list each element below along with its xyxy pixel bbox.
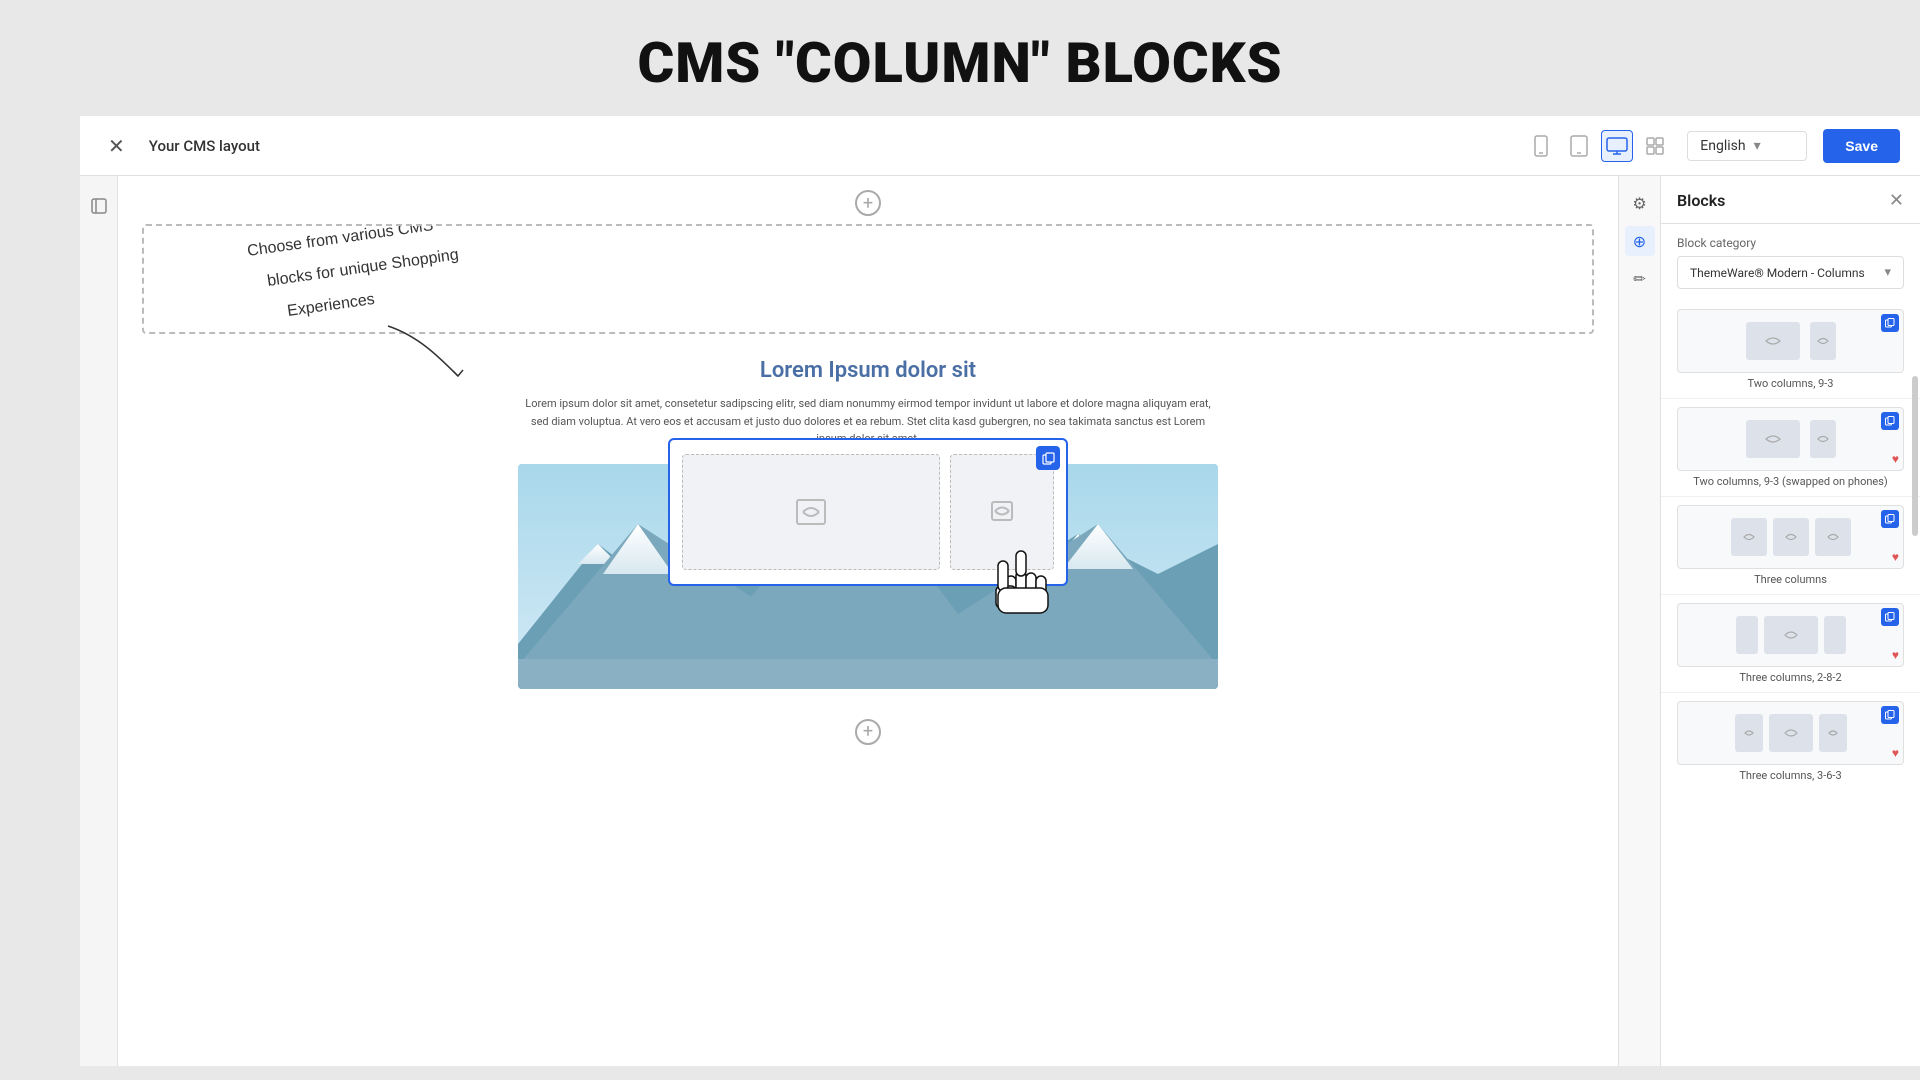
add-block-bottom[interactable]: + — [118, 705, 1618, 759]
block-item-name-1: Two columns, 9-3 — [1677, 377, 1904, 394]
block-item-2: ♥ Two columns, 9-3 (swapped on phones) — [1661, 399, 1920, 497]
save-button[interactable]: Save — [1823, 129, 1900, 163]
block-item-4: ♥ Three columns, 2-8-2 — [1661, 595, 1920, 693]
block-item-1: Two columns, 9-3 — [1661, 301, 1920, 399]
cms-editor: ✕ Your CMS layout English ▾ Save — [80, 116, 1920, 1066]
top-bar: ✕ Your CMS layout English ▾ Save — [80, 116, 1920, 176]
block-item-preview-3[interactable]: ♥ — [1677, 505, 1904, 569]
block-copy-badge-3 — [1881, 510, 1899, 528]
block-item-preview-5[interactable]: ♥ — [1677, 701, 1904, 765]
grid-icon[interactable] — [1639, 130, 1671, 162]
blocks-panel: Blocks ✕ Block category ThemeWare® Moder… — [1660, 176, 1920, 1066]
panel-scrollbar[interactable] — [1912, 376, 1918, 536]
canvas-area: Choose from various CMS blocks for uniqu… — [80, 176, 1920, 1066]
col-sm2-5 — [1819, 714, 1847, 752]
block-category-select[interactable]: ThemeWare® Modern - Columns ▾ — [1677, 256, 1904, 289]
heart-icon-4: ♥ — [1892, 648, 1899, 662]
cms-layout-title: Your CMS layout — [149, 137, 1510, 155]
col-lg-4 — [1764, 616, 1818, 654]
content-canvas: Choose from various CMS blocks for uniqu… — [118, 176, 1618, 1066]
heart-icon-3: ♥ — [1892, 550, 1899, 564]
section-title: Lorem Ipsum dolor sit — [142, 358, 1594, 383]
col-md-5 — [1769, 714, 1813, 752]
col-small-2 — [1810, 420, 1836, 458]
block-item-name-5: Three columns, 3-6-3 — [1677, 769, 1904, 786]
col-large-1 — [1746, 322, 1800, 360]
page-title: CMS "COLUMN" BLOCKS — [0, 30, 1920, 96]
language-select[interactable]: English ▾ — [1687, 131, 1807, 161]
block-item-3: ♥ Three columns — [1661, 497, 1920, 595]
blocks-panel-header: Blocks ✕ — [1661, 176, 1920, 224]
chevron-down-icon: ▾ — [1754, 138, 1761, 154]
block-option-left[interactable] — [682, 454, 940, 570]
block-copy-badge-2 — [1881, 412, 1899, 430]
block-item-name-2: Two columns, 9-3 (swapped on phones) — [1677, 475, 1904, 492]
block-copy-icon[interactable] — [1036, 446, 1060, 470]
col-sm-5 — [1735, 714, 1763, 752]
block-item-preview-4[interactable]: ♥ — [1677, 603, 1904, 667]
col-large-2 — [1746, 420, 1800, 458]
blocks-panel-title: Blocks — [1677, 191, 1725, 210]
dashed-content-block — [142, 224, 1594, 334]
block-item-preview-1[interactable] — [1677, 309, 1904, 373]
left-panel-toggle — [80, 176, 118, 1066]
chevron-down-icon: ▾ — [1884, 265, 1891, 280]
heart-icon-2: ♥ — [1892, 452, 1899, 466]
block-item-name-4: Three columns, 2-8-2 — [1677, 671, 1904, 688]
block-copy-badge-5 — [1881, 706, 1899, 724]
right-tools-sidebar: ⚙ ⊕ ✏ — [1618, 176, 1660, 1066]
block-category-label: Block category — [1661, 224, 1920, 256]
add-block-circle-top[interactable]: + — [855, 190, 881, 216]
language-value: English — [1700, 138, 1745, 154]
add-block-top[interactable]: + — [118, 176, 1618, 224]
col-small-1 — [1810, 322, 1836, 360]
block-category-value: ThemeWare® Modern - Columns — [1690, 266, 1865, 280]
col-3-3 — [1815, 518, 1851, 556]
close-button[interactable]: ✕ — [100, 130, 133, 162]
add-block-circle-bottom[interactable]: + — [855, 719, 881, 745]
col-2-3 — [1773, 518, 1809, 556]
col-1-3 — [1731, 518, 1767, 556]
device-icons — [1525, 130, 1671, 162]
add-tool-icon[interactable]: ⊕ — [1625, 226, 1655, 256]
panel-toggle-button[interactable] — [85, 192, 113, 220]
page-title-area: CMS "COLUMN" BLOCKS — [0, 0, 1920, 116]
block-item-preview-2[interactable]: ♥ — [1677, 407, 1904, 471]
blocks-panel-close-button[interactable]: ✕ — [1889, 190, 1904, 211]
mobile-icon[interactable] — [1525, 130, 1557, 162]
block-copy-badge-4 — [1881, 608, 1899, 626]
desktop-icon[interactable] — [1601, 130, 1633, 162]
tablet-icon[interactable] — [1563, 130, 1595, 162]
block-copy-badge-1 — [1881, 314, 1899, 332]
block-option-right[interactable] — [950, 454, 1054, 570]
blocks-list: Two columns, 9-3 ♥ — [1661, 301, 1920, 1066]
col-sm-4 — [1736, 616, 1758, 654]
col-sm2-4 — [1824, 616, 1846, 654]
edit-tool-icon[interactable]: ✏ — [1625, 264, 1655, 294]
block-item-5: ♥ Three columns, 3-6-3 — [1661, 693, 1920, 790]
heart-icon-5: ♥ — [1892, 746, 1899, 760]
settings-tool-icon[interactable]: ⚙ — [1625, 188, 1655, 218]
block-item-name-3: Three columns — [1677, 573, 1904, 590]
block-selector-overlay — [668, 438, 1068, 586]
